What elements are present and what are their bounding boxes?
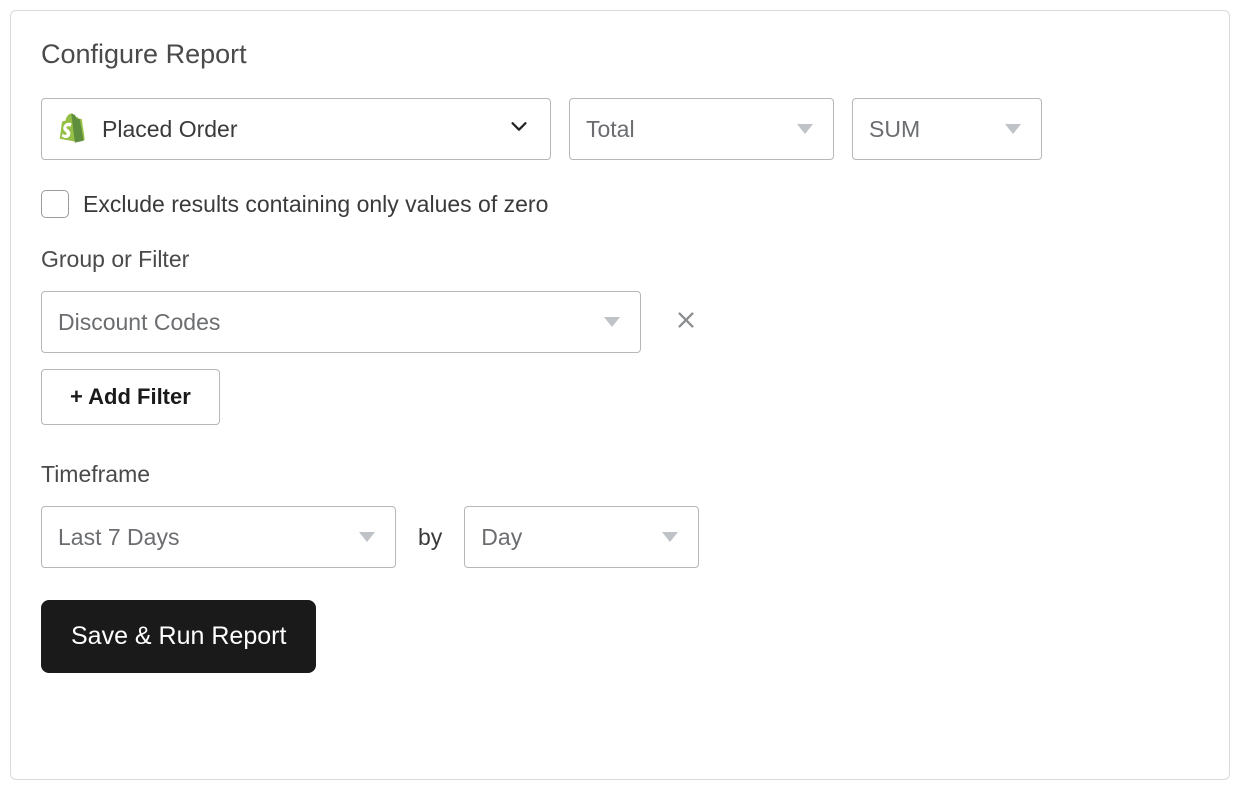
caret-down-icon [797, 124, 813, 134]
metric-label: Placed Order [102, 116, 238, 143]
remove-filter-button[interactable] [671, 305, 701, 339]
exclude-zero-row: Exclude results containing only values o… [41, 190, 1199, 218]
exclude-zero-checkbox[interactable] [41, 190, 69, 218]
measure-select[interactable]: Total [569, 98, 834, 160]
measure-label: Total [586, 116, 635, 143]
group-filter-label: Discount Codes [58, 309, 220, 336]
group-filter-row: Discount Codes [41, 291, 1199, 353]
timeframe-range-label: Last 7 Days [58, 524, 179, 551]
timeframe-heading: Timeframe [41, 461, 1199, 488]
timeframe-unit-select[interactable]: Day [464, 506, 699, 568]
add-filter-button[interactable]: + Add Filter [41, 369, 220, 425]
exclude-zero-label: Exclude results containing only values o… [83, 191, 548, 218]
timeframe-row: Last 7 Days by Day [41, 506, 1199, 568]
group-filter-select[interactable]: Discount Codes [41, 291, 641, 353]
caret-down-icon [1005, 124, 1021, 134]
metric-select[interactable]: Placed Order [41, 98, 551, 160]
aggregation-label: SUM [869, 116, 920, 143]
caret-down-icon [359, 532, 375, 542]
chevron-down-icon [508, 115, 530, 143]
configure-report-panel: Configure Report Placed Order Total [10, 10, 1230, 780]
save-run-report-button[interactable]: Save & Run Report [41, 600, 316, 673]
metric-row: Placed Order Total SUM [41, 98, 1199, 160]
group-filter-heading: Group or Filter [41, 246, 1199, 273]
shopify-icon [58, 113, 86, 145]
timeframe-range-select[interactable]: Last 7 Days [41, 506, 396, 568]
timeframe-unit-label: Day [481, 524, 522, 551]
caret-down-icon [604, 317, 620, 327]
timeframe-by-label: by [418, 524, 442, 551]
caret-down-icon [662, 532, 678, 542]
panel-title: Configure Report [41, 39, 1199, 70]
aggregation-select[interactable]: SUM [852, 98, 1042, 160]
